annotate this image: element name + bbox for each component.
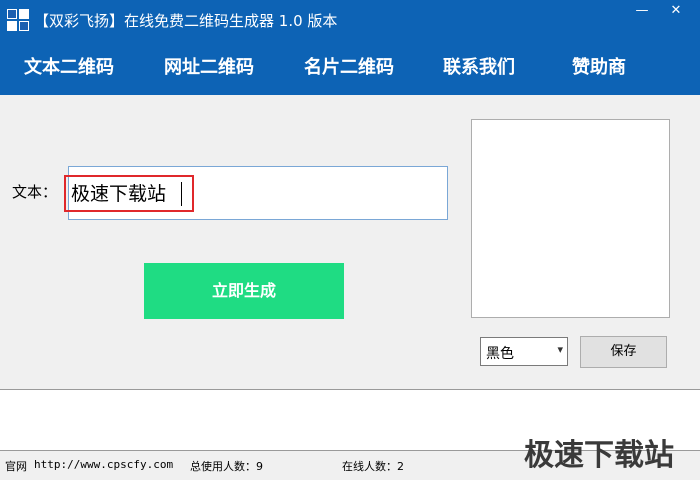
chevron-down-icon: ▾ [557, 343, 563, 356]
highlight-box [64, 175, 194, 212]
qr-preview [471, 119, 670, 318]
status-total-users: 总使用人数：9 [190, 460, 263, 473]
watermark: 极速下载站 [524, 438, 674, 473]
nav-item-text-qr[interactable]: 文本二维码 [24, 40, 114, 95]
text-input[interactable]: 极速下载站 [64, 166, 448, 220]
color-select[interactable]: 黑色 ▾ [480, 337, 568, 366]
nav-bar: 文本二维码 网址二维码 名片二维码 联系我们 赞助商 [0, 40, 700, 95]
nav-item-sponsor[interactable]: 赞助商 [572, 40, 626, 95]
minimize-button[interactable]: — [630, 2, 654, 20]
status-site-url[interactable]: http://www.cpscfy.com [34, 458, 173, 471]
color-select-value: 黑色 [486, 346, 514, 362]
nav-item-card-qr[interactable]: 名片二维码 [304, 40, 394, 95]
app-icon [7, 9, 29, 31]
generate-button[interactable]: 立即生成 [144, 263, 344, 319]
window-title: 【双彩飞扬】在线免费二维码生成器 1.0 版本 [34, 12, 338, 30]
title-bar: 【双彩飞扬】在线免费二维码生成器 1.0 版本 — ✕ [0, 0, 700, 40]
nav-item-contact[interactable]: 联系我们 [443, 40, 515, 95]
status-online-users: 在线人数：2 [342, 460, 404, 473]
status-site-label: 官网 [5, 460, 27, 473]
close-button[interactable]: ✕ [664, 2, 688, 20]
nav-item-url-qr[interactable]: 网址二维码 [164, 40, 254, 95]
text-label: 文本： [12, 183, 58, 201]
save-button[interactable]: 保存 [580, 336, 667, 368]
